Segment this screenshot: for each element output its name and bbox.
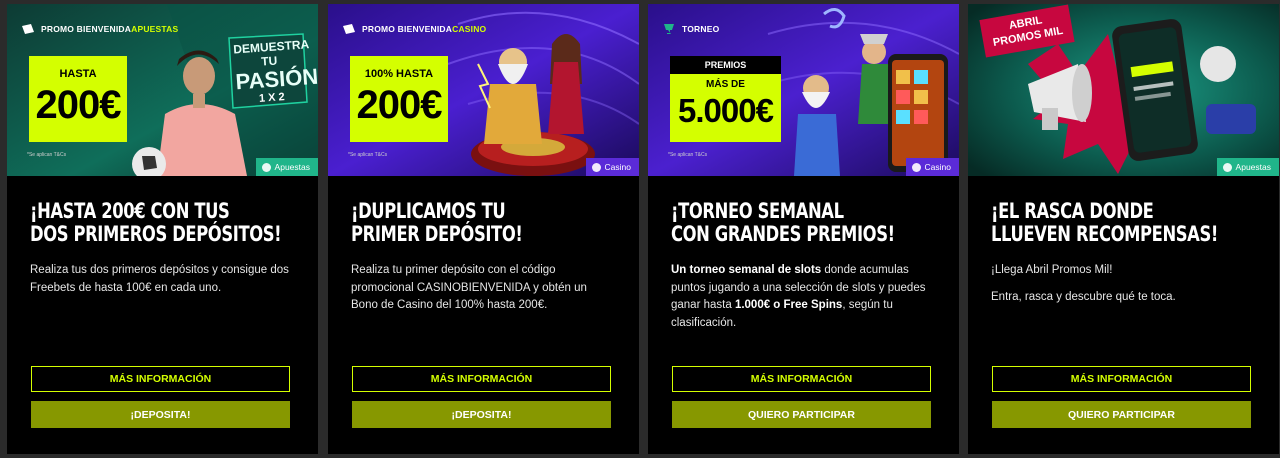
bonus-amount: 200€ bbox=[356, 83, 443, 127]
promo-label-highlight: APUESTAS bbox=[131, 24, 179, 34]
ticket-icon bbox=[22, 24, 34, 34]
category-label: Apuestas bbox=[1235, 162, 1271, 172]
promo-label: PROMO BIENVENIDA CASINO bbox=[342, 20, 486, 38]
description-text: Un torneo semanal de slots donde acumula… bbox=[671, 262, 936, 332]
card-description: Realiza tus dos primeros depósitos y con… bbox=[30, 262, 295, 306]
promo-banner[interactable]: ABRIL PROMOS MIL Apuestas bbox=[968, 4, 1279, 176]
description-text: Realiza tus dos primeros depósitos y con… bbox=[30, 264, 289, 294]
promo-banner[interactable]: PROMO BIENVENIDA APUESTAS DEMUESTRA TU P… bbox=[7, 4, 318, 176]
slogan: DEMUESTRA TU PASIÓN 1 X 2 bbox=[233, 37, 318, 107]
soccer-ball-icon bbox=[1222, 162, 1232, 172]
category-badge: Apuestas bbox=[1216, 158, 1279, 176]
description-paragraph-2: Entra, rasca y descubre qué te toca. bbox=[991, 290, 1176, 303]
terms-note: *Se aplican T&Cs bbox=[348, 152, 388, 158]
title-line1: ¡DUPLICAMOS TU bbox=[351, 199, 506, 223]
phone-mockup bbox=[888, 54, 948, 172]
prizes-label: PREMIOS bbox=[670, 56, 781, 74]
participate-button[interactable]: QUIERO PARTICIPAR bbox=[672, 401, 931, 428]
title-line1: ¡EL RASCA DONDE bbox=[991, 199, 1154, 223]
soccer-ball bbox=[1200, 46, 1236, 82]
description-paragraph-1: ¡Llega Abril Promos Mil! bbox=[991, 264, 1113, 276]
promo-card-casino: PROMO BIENVENIDA CASINO 100% HASTA 200€ … bbox=[328, 4, 639, 454]
more-info-button[interactable]: MÁS INFORMACIÓN bbox=[31, 366, 290, 392]
promo-card-apuestas: PROMO BIENVENIDA APUESTAS DEMUESTRA TU P… bbox=[7, 4, 318, 454]
bonus-top-text: MÁS DE bbox=[706, 79, 745, 90]
soccer-ball-icon bbox=[261, 162, 271, 172]
card-description: ¡Llega Abril Promos Mil! Entra, rasca y … bbox=[991, 262, 1256, 315]
card-title: ¡HASTA 200€ CON TUS DOS PRIMEROS DEPÓSIT… bbox=[30, 199, 282, 246]
slot-machine bbox=[1206, 104, 1256, 134]
more-info-button[interactable]: MÁS INFORMACIÓN bbox=[992, 366, 1251, 392]
card-title: ¡DUPLICAMOS TU PRIMER DEPÓSITO! bbox=[351, 200, 562, 246]
more-info-button[interactable]: MÁS INFORMACIÓN bbox=[672, 366, 931, 392]
title-line2: PRIMER DEPÓSITO! bbox=[351, 222, 523, 246]
promo-banner[interactable]: TORNEO PREMIOS MÁS DE 5.000€ *Se aplican… bbox=[648, 4, 959, 176]
bonus-highlight: HASTA 200€ bbox=[29, 56, 127, 142]
category-label: Casino bbox=[924, 162, 951, 172]
ticket-icon bbox=[343, 24, 355, 34]
title-line2: DOS PRIMEROS DEPÓSITOS! bbox=[30, 222, 282, 246]
promo-label-prefix: PROMO BIENVENIDA bbox=[362, 24, 453, 34]
promo-label-highlight: CASINO bbox=[452, 24, 487, 34]
bonus-amount: 200€ bbox=[35, 83, 122, 127]
description-bold-1: Un torneo semanal de slots bbox=[671, 264, 822, 276]
category-label: Apuestas bbox=[274, 162, 310, 172]
promo-label-prefix: PROMO BIENVENIDA bbox=[41, 24, 132, 34]
casino-chip-icon bbox=[911, 162, 921, 172]
promo-card-rasca: ABRIL PROMOS MIL Apuestas ¡EL RASCA DOND… bbox=[968, 4, 1279, 454]
description-bold-2: 1.000€ o Free Spins bbox=[734, 299, 843, 311]
casino-chip-icon bbox=[591, 162, 601, 172]
description-text: Realiza tu primer depósito con el código… bbox=[351, 264, 587, 311]
terms-note: *Se aplican T&Cs bbox=[27, 152, 67, 158]
trophy-icon bbox=[664, 24, 674, 34]
title-line2: CON GRANDES PREMIOS! bbox=[671, 222, 895, 246]
woman-figure bbox=[548, 34, 584, 134]
category-label: Casino bbox=[604, 162, 631, 172]
deposit-button[interactable]: ¡DEPOSITA! bbox=[352, 401, 611, 428]
bonus-top-text: HASTA bbox=[59, 68, 97, 80]
bonus-amount: 5.000€ bbox=[678, 92, 774, 129]
promo-label: PROMO BIENVENIDA APUESTAS bbox=[21, 20, 178, 38]
card-description: Realiza tu primer depósito con el código… bbox=[351, 262, 616, 324]
more-info-button[interactable]: MÁS INFORMACIÓN bbox=[352, 366, 611, 392]
title-line1: ¡HASTA 200€ CON TUS bbox=[30, 199, 230, 223]
card-title: ¡EL RASCA DONDE LLUEVEN RECOMPENSAS! bbox=[991, 199, 1218, 246]
category-badge: Casino bbox=[905, 158, 959, 176]
category-badge: Apuestas bbox=[255, 158, 318, 176]
promo-card-torneo: TORNEO PREMIOS MÁS DE 5.000€ *Se aplican… bbox=[648, 4, 959, 454]
card-description: Un torneo semanal de slots donde acumula… bbox=[671, 262, 936, 341]
promo-label-text: TORNEO bbox=[682, 24, 720, 34]
bonus-top-text: 100% HASTA bbox=[364, 68, 434, 80]
title-line1: ¡TORNEO SEMANAL bbox=[671, 199, 844, 223]
bonus-highlight: PREMIOS MÁS DE 5.000€ bbox=[670, 56, 781, 142]
promo-label: TORNEO bbox=[662, 20, 719, 38]
bonus-highlight: 100% HASTA 200€ bbox=[350, 56, 448, 142]
title-line2: LLUEVEN RECOMPENSAS! bbox=[991, 222, 1218, 246]
category-badge: Casino bbox=[585, 158, 639, 176]
promo-banner[interactable]: PROMO BIENVENIDA CASINO 100% HASTA 200€ … bbox=[328, 4, 639, 176]
card-title: ¡TORNEO SEMANAL CON GRANDES PREMIOS! bbox=[671, 199, 895, 246]
deposit-button[interactable]: ¡DEPOSITA! bbox=[31, 401, 290, 428]
terms-note: *Se aplican T&Cs bbox=[668, 152, 708, 158]
slogan-line2: PASIÓN bbox=[234, 63, 318, 95]
participate-button[interactable]: QUIERO PARTICIPAR bbox=[992, 401, 1251, 428]
